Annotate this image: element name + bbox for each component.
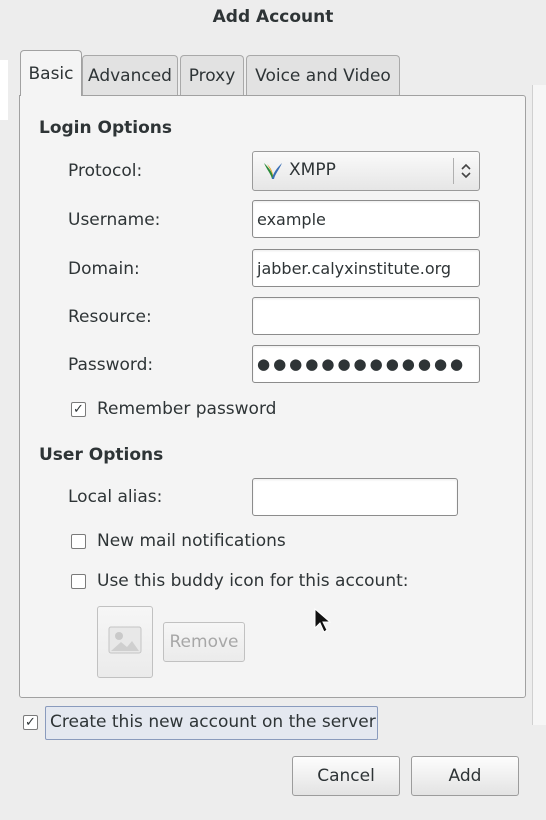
image-placeholder-icon — [108, 626, 142, 659]
remember-password-label[interactable]: Remember password — [97, 399, 276, 419]
tab-basic[interactable]: Basic — [20, 50, 82, 96]
new-mail-notifications-label[interactable]: New mail notifications — [97, 531, 286, 551]
combobox-separator — [453, 158, 454, 184]
add-button[interactable]: Add — [411, 756, 519, 796]
protocol-combobox[interactable]: XMPP — [252, 151, 480, 191]
password-input[interactable]: ●●●●●●●●●●●●● — [252, 345, 480, 383]
username-label: Username: — [68, 210, 161, 230]
buddy-icon-label[interactable]: Use this buddy icon for this account: — [97, 571, 409, 591]
domain-input[interactable]: jabber.calyxinstitute.org — [252, 249, 480, 287]
login-options-heading: Login Options — [39, 118, 173, 138]
remove-buddy-icon-button[interactable]: Remove — [163, 622, 245, 662]
protocol-value: XMPP — [289, 160, 336, 180]
basic-tab-page: Login Options Protocol: XMPP Username: e… — [19, 95, 526, 698]
buddy-icon-checkbox[interactable] — [71, 574, 86, 589]
resource-label: Resource: — [68, 307, 152, 327]
background-window-edge-right — [532, 85, 546, 725]
buddy-icon-button[interactable] — [97, 606, 153, 678]
resource-input[interactable] — [252, 297, 480, 335]
updown-arrows-icon — [459, 161, 473, 181]
new-mail-notifications-checkbox[interactable] — [71, 534, 86, 549]
tab-proxy[interactable]: Proxy — [180, 55, 244, 95]
create-on-server-label[interactable]: Create this new account on the server — [50, 712, 376, 732]
local-alias-input[interactable] — [252, 478, 458, 516]
cancel-button[interactable]: Cancel — [292, 756, 400, 796]
tab-advanced[interactable]: Advanced — [82, 55, 178, 95]
background-window-edge — [0, 60, 8, 120]
tab-voice-and-video[interactable]: Voice and Video — [246, 55, 400, 95]
user-options-heading: User Options — [39, 445, 164, 465]
create-on-server-checkbox[interactable]: ✓ — [23, 715, 38, 730]
xmpp-logo-icon — [263, 162, 283, 180]
domain-label: Domain: — [68, 259, 140, 279]
dialog-title: Add Account — [212, 7, 334, 27]
local-alias-label: Local alias: — [68, 487, 163, 507]
remember-password-checkbox[interactable]: ✓ — [71, 402, 86, 417]
mouse-cursor-icon — [314, 607, 332, 639]
username-input[interactable]: example — [252, 200, 480, 238]
protocol-label: Protocol: — [68, 161, 143, 181]
password-label: Password: — [68, 355, 154, 375]
